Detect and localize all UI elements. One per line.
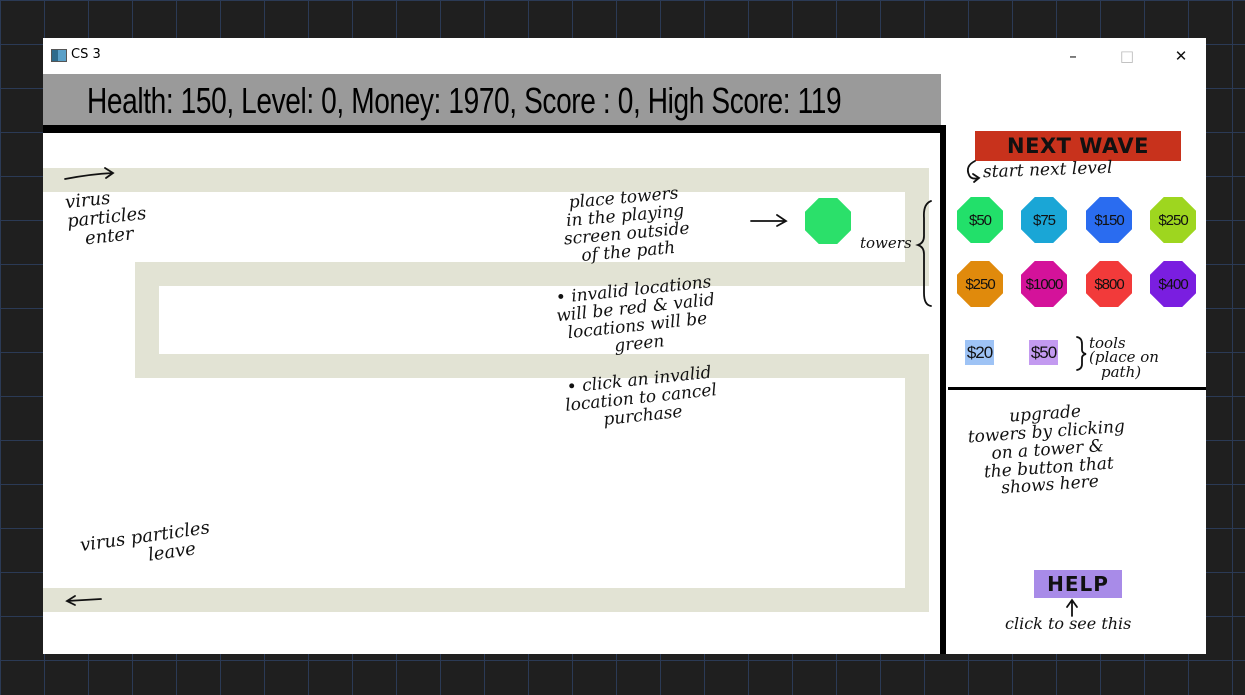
- annotation-place-towers: place towers in the playing screen outsi…: [563, 183, 691, 266]
- tower-shop-item[interactable]: $75: [1021, 197, 1067, 243]
- tower-shop-item[interactable]: $250: [1150, 197, 1196, 243]
- game-window: CS 3 – □ ✕ Health: 150, Level: 0, Money:…: [43, 38, 1206, 654]
- tool-shop-item[interactable]: $50: [1029, 340, 1058, 365]
- field-border: [43, 125, 946, 133]
- tower-placement-preview[interactable]: [805, 198, 851, 244]
- window-title: CS 3: [71, 47, 101, 62]
- tower-shop-item[interactable]: $150: [1086, 197, 1132, 243]
- path-segment: [43, 588, 929, 612]
- status-text: Health: 150, Level: 0, Money: 1970, Scor…: [87, 80, 842, 121]
- tool-shop-item[interactable]: $20: [965, 340, 994, 365]
- tower-shop-item[interactable]: $50: [957, 197, 1003, 243]
- field-border: [940, 125, 946, 654]
- annotation-enter: virus particles enter: [64, 187, 148, 250]
- minimize-button[interactable]: –: [1046, 38, 1100, 74]
- annotation-towers: towers: [860, 234, 912, 252]
- tower-shop-item[interactable]: $800: [1086, 261, 1132, 307]
- path-segment: [135, 262, 929, 286]
- title-bar[interactable]: CS 3 – □ ✕: [43, 38, 1206, 74]
- app-icon: [51, 49, 67, 62]
- annotation-upgrade: upgrade towers by clicking on a tower & …: [967, 401, 1126, 499]
- close-button[interactable]: ✕: [1154, 38, 1208, 74]
- tower-shop-item[interactable]: $400: [1150, 261, 1196, 307]
- maximize-button[interactable]: □: [1100, 38, 1154, 74]
- annotation-tools: tools (place on path): [1089, 334, 1159, 381]
- status-bar: Health: 150, Level: 0, Money: 1970, Scor…: [43, 74, 941, 126]
- next-wave-button[interactable]: NEXT WAVE: [975, 131, 1181, 161]
- path-segment: [43, 168, 929, 192]
- playing-field[interactable]: [43, 128, 938, 654]
- annotation-help-hint: click to see this: [1005, 614, 1132, 633]
- tower-shop-item[interactable]: $1000: [1021, 261, 1067, 307]
- help-button[interactable]: HELP: [1034, 570, 1122, 598]
- tower-shop-item[interactable]: $250: [957, 261, 1003, 307]
- path-segment: [135, 354, 929, 378]
- path-segment: [905, 354, 929, 612]
- sidebar-divider: [948, 387, 1206, 390]
